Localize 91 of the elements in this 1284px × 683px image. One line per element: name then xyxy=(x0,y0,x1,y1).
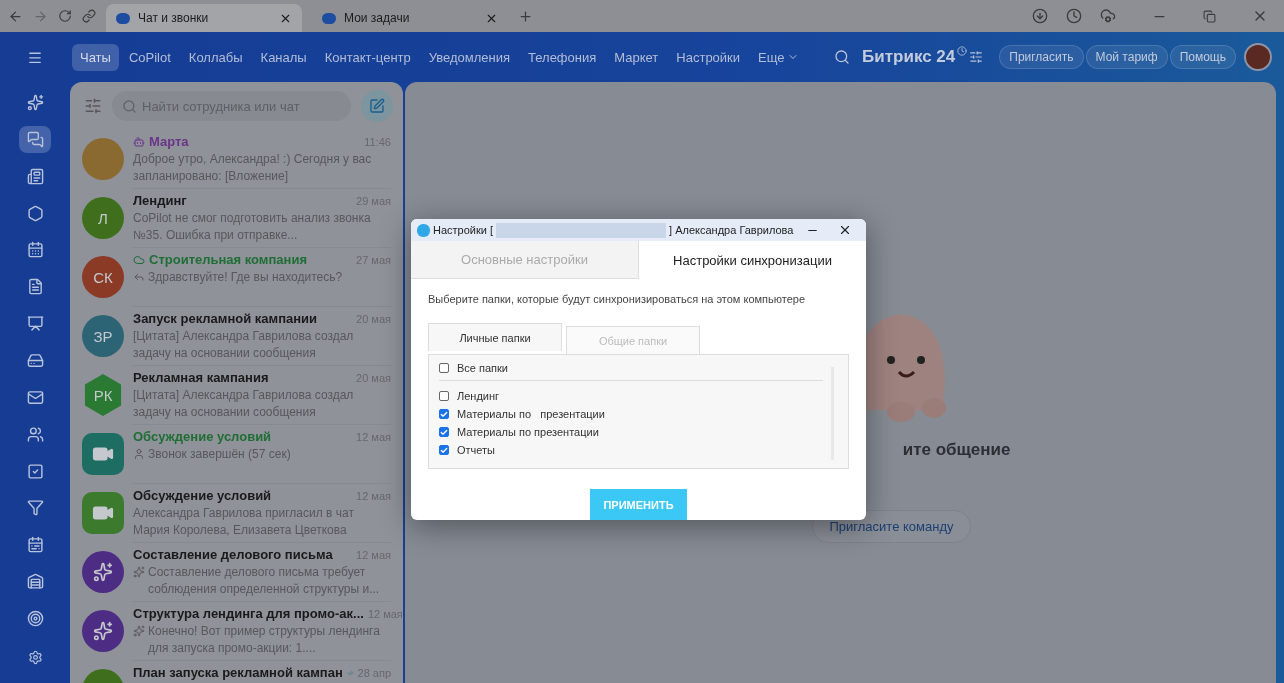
app-icon xyxy=(417,223,430,237)
rail-button[interactable] xyxy=(19,125,51,154)
folder-checkbox[interactable]: Материалы по презентации xyxy=(439,423,831,441)
chat-preview: [Цитата] Александра Гаврилова создал задачу на основании сообщения xyxy=(133,387,355,421)
chat-title: Лендинг xyxy=(133,193,188,208)
nav-link[interactable]: Чаты xyxy=(72,43,119,71)
sparkles-icon xyxy=(93,562,113,582)
chat-preview: Здравствуйте! Где вы находитесь? xyxy=(148,269,343,286)
chat-preview: Конечно! Вот пример структуры лендинга для запуска промо-акции: 1.... xyxy=(148,623,381,657)
calendar-icon xyxy=(26,241,44,259)
close-icon[interactable] xyxy=(838,223,852,237)
chat-preview: Доброе утро, Александра! :) Сегодня у вас запланировано: [Вложение] xyxy=(133,151,373,185)
warehouse-icon xyxy=(26,573,44,591)
document-icon xyxy=(26,278,44,296)
sliders-icon[interactable] xyxy=(969,50,984,64)
drive-icon xyxy=(26,352,44,369)
sparkles-icon xyxy=(133,566,145,578)
person-icon xyxy=(133,448,145,460)
filter-icon xyxy=(26,499,44,517)
nav-link[interactable]: Еще xyxy=(750,43,807,71)
chat-title: Обсуждение условий xyxy=(133,488,273,503)
nav-link[interactable]: Маркет xyxy=(606,43,667,71)
clock-icon[interactable] xyxy=(1066,8,1082,24)
instruction-text: Выберите папки, которые будут синхронизироваться на этом компьютере xyxy=(428,293,807,305)
folder-checkbox[interactable]: Отчеты xyxy=(439,441,831,459)
target-icon xyxy=(26,609,44,627)
nav-link[interactable]: Контакт-центр xyxy=(316,43,419,71)
chat-title: Марта xyxy=(149,134,190,149)
chat-icon xyxy=(26,130,44,148)
settings-icon[interactable] xyxy=(26,650,44,666)
hexagon-icon xyxy=(26,204,44,222)
avatar: РК xyxy=(82,374,124,416)
chat-title: Составление делового письма xyxy=(133,547,334,562)
folder-checkbox[interactable]: Лендинг xyxy=(439,387,831,405)
restore-icon[interactable] xyxy=(1203,9,1216,23)
chat-preview: Звонок завершён (57 сек) xyxy=(148,446,291,463)
sparkles-icon xyxy=(26,94,44,112)
sparkles-icon xyxy=(93,621,113,641)
chat-title: Строительная компания xyxy=(149,252,308,267)
nav-link[interactable]: Уведомления xyxy=(420,43,519,71)
dialog-title: ] Александра Гаврилова xyxy=(669,224,794,236)
chat-preview: CoPilot не смог подготовить анализ звонка №35. Ошибка при отправке... xyxy=(133,210,372,244)
menu-icon[interactable] xyxy=(26,50,44,66)
reply-icon xyxy=(133,271,145,283)
chat-title: Структура лендинга для промо-ак... xyxy=(133,606,364,621)
avatar: СК xyxy=(82,256,124,298)
folder-checkbox[interactable]: Все папки xyxy=(439,359,831,377)
back-icon[interactable] xyxy=(8,8,23,24)
download-icon[interactable] xyxy=(1032,8,1048,24)
nav-link[interactable]: Настройки xyxy=(668,43,749,71)
invite-button[interactable]: Пригласите команду xyxy=(812,510,971,543)
folder-tab[interactable]: Личные папки xyxy=(428,323,562,351)
chat-title: Рекламная кампания xyxy=(133,370,270,385)
nav-link[interactable]: Телефония xyxy=(520,43,605,71)
checkbox-icon xyxy=(26,462,44,480)
avatar: ЗР xyxy=(82,315,124,357)
clock-icon xyxy=(957,46,968,56)
header-button[interactable]: Помощь xyxy=(1169,45,1236,69)
browser-tab[interactable]: Мои задачи xyxy=(312,4,508,32)
pen-icon xyxy=(369,98,385,114)
avatar: Л xyxy=(82,197,124,239)
browser-tab[interactable]: Чат и звонки xyxy=(106,4,302,32)
bot-icon xyxy=(133,135,145,148)
chat-title: Обсуждение условий xyxy=(133,429,273,444)
presentation-icon xyxy=(26,315,44,333)
empty-state-heading: ите общение xyxy=(902,440,1011,460)
folder-checkbox[interactable]: Материалы по презентации xyxy=(439,405,831,423)
reload-icon[interactable] xyxy=(58,9,72,23)
calendar-icon xyxy=(26,536,44,554)
chat-preview: Составление делового письма требует соблюдения определенной структуры и... xyxy=(148,564,381,598)
new-tab-icon[interactable] xyxy=(518,8,533,24)
chat-preview: Александра Гаврилова пригласил в чат Мария Королева, Елизавета Цветкова xyxy=(133,505,355,539)
chat-title: План запуска рекламной кампан xyxy=(133,665,343,680)
chat-preview: [Цитата] Александра Гаврилова создал задачу на основании сообщения xyxy=(133,328,355,362)
logo: Битрикс 24 xyxy=(862,47,956,67)
link-icon[interactable] xyxy=(82,9,96,23)
nav-link[interactable]: Коллабы xyxy=(180,43,251,71)
nav-link[interactable]: CoPilot xyxy=(120,43,179,71)
cartoon-avatar xyxy=(82,138,124,180)
header-button[interactable]: Пригласить xyxy=(999,45,1084,69)
chat-title: Запуск рекламной кампании xyxy=(133,311,319,326)
nav-link[interactable]: Каналы xyxy=(252,43,315,71)
mail-icon xyxy=(26,388,44,406)
search-icon[interactable] xyxy=(834,49,851,65)
dialog-title: Настройки [ xyxy=(433,224,494,236)
news-icon xyxy=(26,167,44,185)
users-icon xyxy=(26,425,44,443)
user-avatar[interactable] xyxy=(1244,43,1272,71)
search-icon xyxy=(122,99,137,114)
sparkles-icon xyxy=(133,625,145,637)
header-button[interactable]: Мой тариф xyxy=(1085,45,1168,69)
